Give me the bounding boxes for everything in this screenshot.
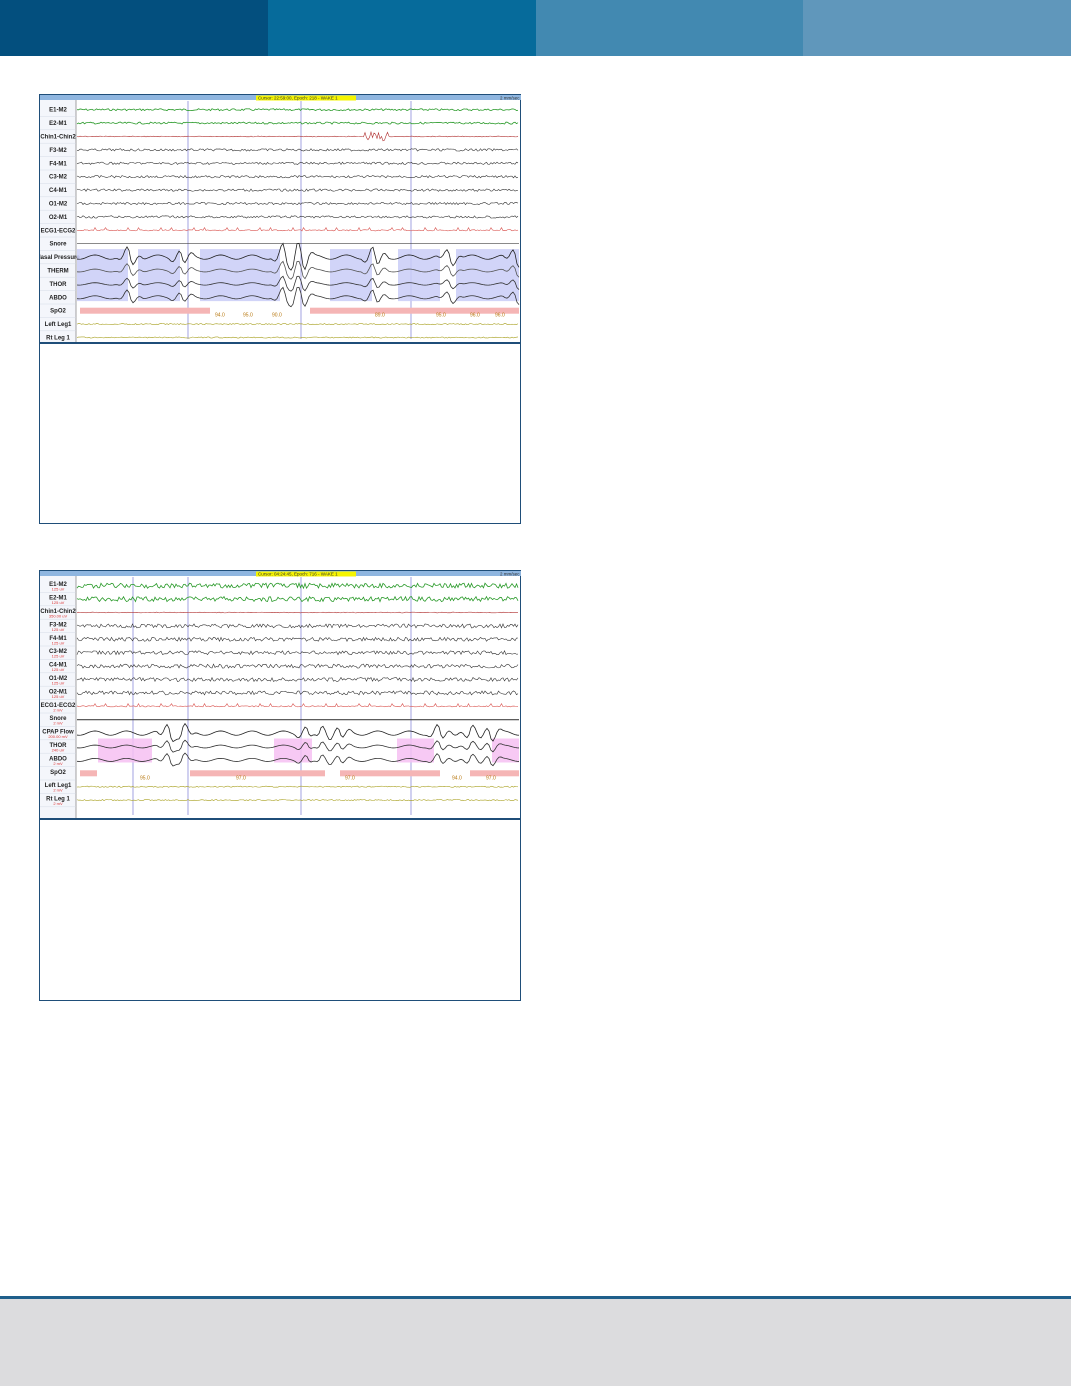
eog-trace — [76, 108, 519, 112]
channel-label: O2-M1 — [49, 215, 68, 221]
footer-bar — [0, 1296, 1071, 1386]
channel-scale: 2 mV — [53, 801, 63, 806]
eog-trace — [76, 595, 519, 603]
desaturation-event — [340, 770, 440, 777]
cursor-label: Cursor: 22:59:00, Epoch: 218 - WAKE 1 — [258, 96, 338, 101]
channel-scale: 2 mV — [53, 761, 63, 766]
channel-label: E2-M1 — [49, 121, 67, 127]
channel-label: Chin1-Chin2 — [40, 135, 76, 141]
channel-scale: 2 mV — [53, 707, 63, 712]
leg-emg-trace — [76, 785, 519, 788]
leg-emg-trace — [76, 799, 519, 802]
eeg-trace — [76, 663, 519, 669]
polysomnogram-tracing-1: Cursor: 22:59:00, Epoch: 218 - WAKE 1 2 m… — [40, 95, 521, 343]
spo2-value: 97.0 — [236, 775, 246, 781]
channel-label: E1-M2 — [49, 108, 67, 114]
spo2-value: 95.0 — [436, 313, 446, 319]
figure-1-caption-area — [40, 343, 520, 523]
channel-scale: 200.00 mV — [48, 734, 68, 739]
channel-label: F3-M2 — [49, 148, 67, 154]
channel-scale: 125 uV — [52, 587, 65, 592]
channel-label: F4-M1 — [49, 161, 67, 167]
eeg-trace — [76, 690, 519, 696]
channel-scale: 125 uV — [52, 667, 65, 672]
spo2-value: 89.0 — [375, 313, 385, 319]
eeg-trace — [76, 201, 519, 206]
spo2-value: 96.0 — [470, 313, 480, 319]
channel-label: THOR — [50, 282, 68, 288]
hypopnea-event — [330, 249, 372, 302]
eeg-trace — [77, 148, 519, 152]
paper-speed: 2 mm/sec — [500, 572, 520, 577]
emg-trace — [76, 130, 519, 142]
channel-label: THERM — [47, 269, 68, 275]
channel-label: SpO2 — [50, 309, 66, 315]
eog-trace — [76, 121, 519, 125]
channel-scale: 125 uV — [52, 681, 65, 686]
channel-label: Snore — [49, 242, 67, 248]
channel-scale: 2 mV — [53, 721, 63, 726]
figure-2-caption-area — [40, 819, 520, 1000]
desaturation-event — [190, 770, 325, 777]
channel-scale: 240 uV — [52, 748, 65, 753]
spo2-value: 90.0 — [272, 313, 282, 319]
spo2-value: 95.0 — [140, 775, 150, 781]
channel-scale: 125 uV — [52, 640, 65, 645]
ecg-trace — [76, 702, 519, 708]
header-bar — [0, 0, 1071, 56]
channel-scale: 125 uV — [52, 654, 65, 659]
header-segment-3 — [535, 0, 804, 56]
channel-scale: 125 uV — [52, 627, 65, 632]
spo2-value: 97.0 — [345, 775, 355, 781]
ecg-trace — [76, 226, 519, 232]
paper-speed: 2 mm/sec — [500, 96, 520, 101]
channel-label: Nasal Pressure — [40, 255, 80, 261]
spo2-value: 94.0 — [452, 775, 462, 781]
eeg-trace — [76, 188, 519, 192]
desaturation-event — [310, 307, 519, 314]
spo2-value: 95.0 — [243, 313, 253, 319]
psg-figure-1: Cursor: 22:59:00, Epoch: 218 - WAKE 1 2 m… — [39, 94, 521, 524]
cursor-label: Cursor: 04:24:45, Epoch: 716 - WAKE 1 — [258, 572, 338, 577]
hypopnea-event — [138, 249, 180, 302]
eeg-trace — [76, 174, 519, 179]
spo2-value: 97.0 — [486, 775, 496, 781]
eeg-trace — [76, 215, 519, 219]
polysomnogram-tracing-2: Cursor: 04:24:45, Epoch: 716 - WAKE 1 2 m… — [40, 571, 521, 819]
psg-figure-2: Cursor: 04:24:45, Epoch: 716 - WAKE 1 2 m… — [39, 570, 521, 1001]
hypopnea-event — [200, 249, 280, 302]
channel-scale: 2 mV — [53, 788, 63, 793]
channel-scale: 125 uV — [52, 694, 65, 699]
apnea-event — [98, 738, 152, 763]
channel-label: ECG1-ECG2 — [41, 228, 76, 234]
channel-label: Rt Leg 1 — [46, 336, 70, 342]
emg-trace — [76, 611, 519, 614]
channel-label: C4-M1 — [49, 188, 68, 194]
desaturation-event — [80, 770, 97, 777]
channel-scale: 350.00 uV — [49, 614, 68, 619]
desaturation-event — [80, 307, 210, 314]
leg-emg-trace — [76, 323, 519, 326]
header-segment-1 — [0, 0, 268, 56]
channel-scale: 125 uV — [52, 600, 65, 605]
apnea-event — [397, 738, 434, 763]
eeg-trace — [76, 636, 519, 642]
eeg-trace — [76, 676, 519, 683]
channel-label: SpO2 — [50, 770, 66, 776]
channel-label: C3-M2 — [49, 175, 68, 181]
header-segment-4 — [803, 0, 1071, 56]
eeg-trace — [76, 161, 519, 166]
channel-label: ABDO — [49, 295, 67, 301]
spo2-value: 94.0 — [215, 313, 225, 319]
channel-label: O1-M2 — [49, 202, 68, 208]
spo2-value: 96.0 — [495, 313, 505, 319]
eeg-trace — [76, 623, 519, 629]
eog-trace — [76, 582, 519, 590]
eeg-trace — [76, 650, 519, 656]
channel-label: Left Leg1 — [45, 322, 72, 328]
header-segment-2 — [267, 0, 536, 56]
leg-emg-trace — [76, 336, 519, 339]
